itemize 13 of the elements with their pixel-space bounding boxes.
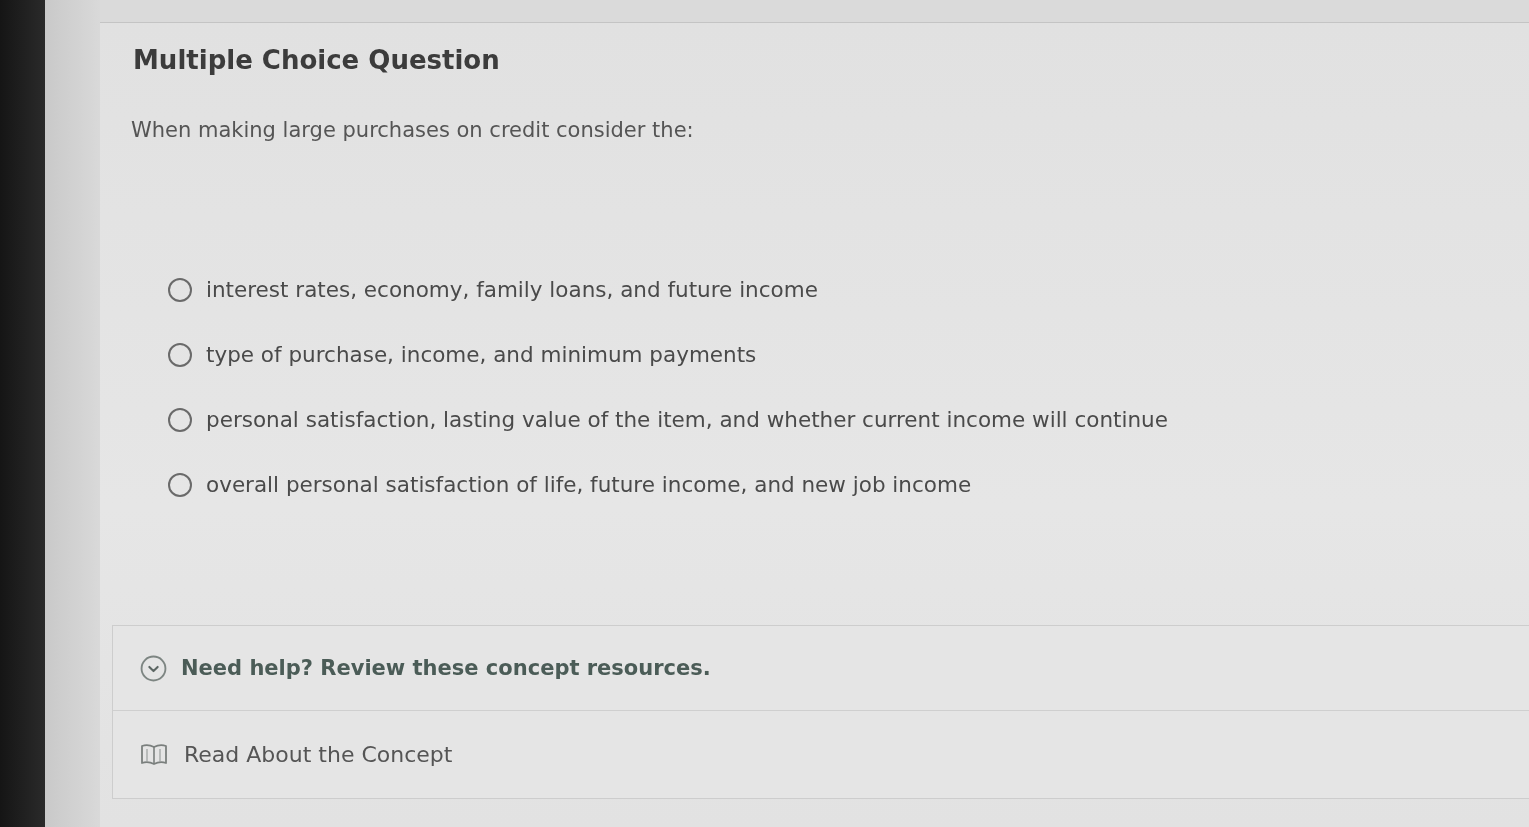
book-icon bbox=[140, 742, 168, 767]
option-label: type of purchase, income, and minimum payments bbox=[206, 341, 757, 369]
question-prompt: When making large purchases on credit consider the: bbox=[131, 117, 694, 144]
radio-button[interactable] bbox=[168, 343, 192, 367]
radio-button[interactable] bbox=[168, 473, 192, 497]
help-toggle[interactable]: Need help? Review these concept resources. bbox=[113, 626, 711, 710]
read-concept-link[interactable]: Read About the Concept bbox=[140, 742, 453, 767]
radio-button[interactable] bbox=[168, 278, 192, 302]
radio-button[interactable] bbox=[168, 408, 192, 432]
option-label: personal satisfaction, lasting value of the item, and whether current income will continue bbox=[206, 406, 1168, 434]
question-heading: Multiple Choice Question bbox=[133, 44, 500, 77]
option-label: overall personal satisfaction of life, future income, and new job income bbox=[206, 471, 972, 499]
option-label: interest rates, economy, family loans, and future income bbox=[206, 276, 818, 304]
